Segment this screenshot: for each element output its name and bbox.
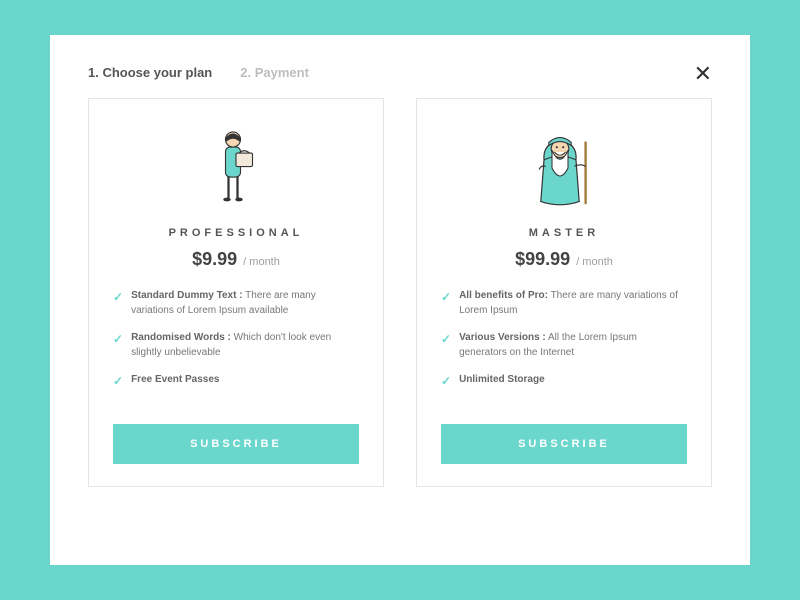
feature-item: ✓ Unlimited Storage — [441, 372, 687, 390]
price-line: $9.99 / month — [192, 249, 280, 270]
period: / month — [576, 256, 613, 268]
check-icon: ✓ — [113, 330, 123, 360]
plan-cards: PROFESSIONAL $9.99 / month ✓ Standard Du… — [88, 98, 712, 487]
feature-title: Various Versions : — [459, 332, 546, 343]
feature-item: ✓ Free Event Passes — [113, 372, 359, 390]
subscribe-button-professional[interactable]: SUBSCRIBE — [113, 424, 359, 464]
plan-modal: 1. Choose your plan 2. Payment ✕ PROFESS… — [50, 35, 750, 565]
feature-item: ✓ All benefits of Pro: There are many va… — [441, 288, 687, 318]
subscribe-button-master[interactable]: SUBSCRIBE — [441, 424, 687, 464]
price: $9.99 — [192, 249, 237, 270]
price: $99.99 — [515, 249, 570, 270]
close-icon[interactable]: ✕ — [694, 63, 712, 85]
price-line: $99.99 / month — [515, 249, 613, 270]
check-icon: ✓ — [441, 330, 451, 360]
check-icon: ✓ — [113, 288, 123, 318]
plan-card-professional: PROFESSIONAL $9.99 / month ✓ Standard Du… — [88, 98, 384, 487]
plan-card-master: MASTER $99.99 / month ✓ All benefits of … — [416, 98, 712, 487]
feature-list: ✓ All benefits of Pro: There are many va… — [441, 288, 687, 402]
step-indicator: 1. Choose your plan 2. Payment — [88, 65, 712, 80]
feature-title: Standard Dummy Text : — [131, 290, 243, 301]
step-1: 1. Choose your plan — [88, 65, 212, 80]
feature-title: Free Event Passes — [131, 374, 219, 385]
professional-illustration — [191, 123, 281, 213]
plan-name: PROFESSIONAL — [169, 227, 304, 239]
feature-item: ✓ Various Versions : All the Lorem Ipsum… — [441, 330, 687, 360]
feature-title: Randomised Words : — [131, 332, 231, 343]
check-icon: ✓ — [441, 372, 451, 390]
feature-item: ✓ Randomised Words : Which don't look ev… — [113, 330, 359, 360]
check-icon: ✓ — [441, 288, 451, 318]
feature-title: All benefits of Pro: — [459, 290, 548, 301]
plan-name: MASTER — [529, 227, 599, 239]
check-icon: ✓ — [113, 372, 123, 390]
period: / month — [243, 256, 280, 268]
feature-title: Unlimited Storage — [459, 374, 545, 385]
feature-list: ✓ Standard Dummy Text : There are many v… — [113, 288, 359, 402]
master-illustration — [519, 123, 609, 213]
feature-item: ✓ Standard Dummy Text : There are many v… — [113, 288, 359, 318]
step-2: 2. Payment — [240, 65, 309, 80]
